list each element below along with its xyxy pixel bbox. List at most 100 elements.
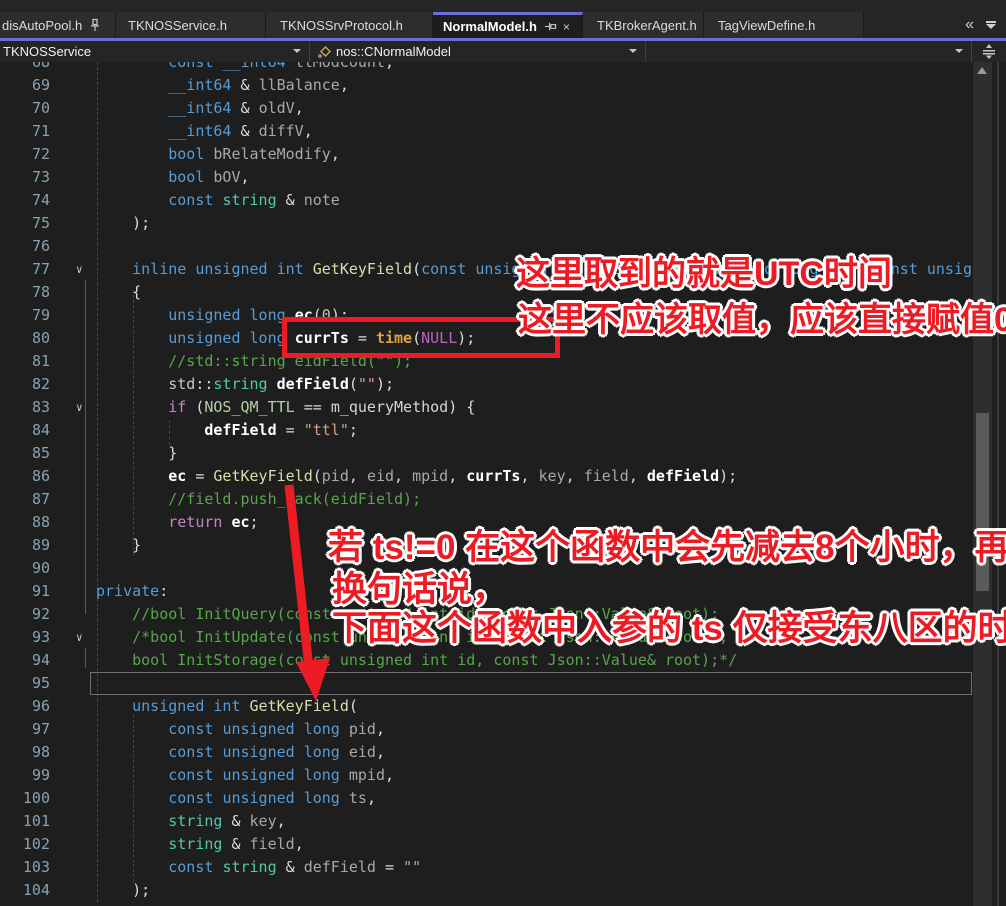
code-line[interactable]: 99 const unsigned long mpid, (0, 764, 973, 787)
code-line[interactable]: 71 __int64 & diffV, (0, 120, 973, 143)
code-line[interactable]: 83∨ if (NOS_QM_TTL == m_queryMethod) { (0, 396, 973, 419)
fold-margin (50, 442, 96, 465)
code-editor[interactable]: 68 const __int64 llModCount,69 __int64 &… (0, 62, 973, 906)
code-text: string & key, (96, 810, 286, 833)
fold-margin (50, 62, 96, 74)
code-line[interactable]: 104 ); (0, 879, 973, 902)
vertical-scrollbar[interactable] (973, 62, 992, 906)
fold-margin (50, 787, 96, 810)
navigation-bar: TKNOSService nos::CNormalModel (0, 41, 1006, 62)
line-number: 99 (0, 764, 50, 787)
line-number: 75 (0, 212, 50, 235)
code-text: //std::string eidField(""); (96, 350, 412, 373)
scrollbar-thumb[interactable] (976, 413, 989, 591)
code-line[interactable]: 70 __int64 & oldV, (0, 97, 973, 120)
fold-chevron-icon[interactable]: ∨ (76, 626, 83, 649)
code-line[interactable]: 105 unsigned int GetKeyField( (0, 902, 973, 906)
code-line[interactable]: 84 defField = "ttl"; (0, 419, 973, 442)
fold-margin (50, 281, 96, 304)
line-number: 92 (0, 603, 50, 626)
fold-margin (50, 879, 96, 902)
fold-margin (50, 810, 96, 833)
code-line[interactable]: 86 ec = GetKeyField(pid, eid, mpid, curr… (0, 465, 973, 488)
code-text: const __int64 llModCount, (96, 62, 394, 74)
tab-list-icon[interactable] (986, 21, 996, 29)
code-line[interactable]: 69 __int64 & llBalance, (0, 74, 973, 97)
tab-normalmodel-active[interactable]: NormalModel.h × (433, 12, 583, 38)
code-text: unsigned int GetKeyField( (96, 695, 358, 718)
fold-margin (50, 97, 96, 120)
pin-icon[interactable] (544, 20, 557, 33)
pin-icon[interactable] (89, 18, 101, 32)
line-number: 85 (0, 442, 50, 465)
code-line[interactable]: 74 const string & note (0, 189, 973, 212)
fold-margin (50, 419, 96, 442)
pane-border (997, 62, 999, 906)
code-line[interactable]: 98 const unsigned long eid, (0, 741, 973, 764)
fold-margin (50, 695, 96, 718)
code-line[interactable]: 72 bool bRelateModify, (0, 143, 973, 166)
type-dropdown[interactable]: nos::CNormalModel (310, 41, 646, 62)
code-line[interactable]: 73 bool bOV, (0, 166, 973, 189)
tab-tagviewdefine[interactable]: TagViewDefine.h (704, 12, 864, 38)
fold-margin (50, 166, 96, 189)
code-line[interactable]: 77∨ inline unsigned int GetKeyField(cons… (0, 258, 973, 281)
scroll-up-arrow-icon[interactable] (977, 67, 987, 74)
code-text: defField = "ttl"; (96, 419, 358, 442)
code-line[interactable]: 92 //bool InitQuery(const unsigned int i… (0, 603, 973, 626)
tab-overflow-icon[interactable]: « (965, 17, 974, 33)
code-line[interactable]: 101 string & key, (0, 810, 973, 833)
fold-chevron-icon[interactable]: ∨ (76, 396, 83, 419)
fold-margin (50, 465, 96, 488)
line-number: 68 (0, 62, 50, 74)
tab-tknosservice[interactable]: TKNOSService.h (116, 12, 266, 38)
code-text: const unsigned long ts, (96, 787, 376, 810)
fold-margin (50, 902, 96, 906)
code-line[interactable]: 80 unsigned long currTs = time(NULL); (0, 327, 973, 350)
code-line[interactable]: 94 bool InitStorage(const unsigned int i… (0, 649, 973, 672)
code-line[interactable]: 103 const string & defField = "" (0, 856, 973, 879)
code-line[interactable]: 93∨ /*bool InitUpdate(const unsigned int… (0, 626, 973, 649)
code-line[interactable]: 100 const unsigned long ts, (0, 787, 973, 810)
code-line[interactable]: 90 (0, 557, 973, 580)
code-line[interactable]: 82 std::string defField(""); (0, 373, 973, 396)
code-line[interactable]: 96 unsigned int GetKeyField( (0, 695, 973, 718)
code-text: bool bRelateModify, (96, 143, 340, 166)
line-number: 83 (0, 396, 50, 419)
close-icon[interactable]: × (563, 20, 570, 34)
code-line[interactable]: 79 unsigned long ec(0); (0, 304, 973, 327)
tab-disautopool[interactable]: disAutoPool.h (0, 12, 116, 38)
fold-chevron-icon[interactable]: ∨ (76, 258, 83, 281)
tab-tknossrvprotocol[interactable]: TKNOSSrvProtocol.h (266, 12, 433, 38)
fold-margin (50, 120, 96, 143)
code-line[interactable]: 97 const unsigned long pid, (0, 718, 973, 741)
line-number: 95 (0, 672, 50, 695)
fold-margin (50, 649, 96, 672)
code-line[interactable]: 78 { (0, 281, 973, 304)
code-line[interactable]: 76 (0, 235, 973, 258)
chevron-down-icon (629, 49, 637, 53)
fold-margin (50, 350, 96, 373)
fold-margin (50, 580, 96, 603)
code-line[interactable]: 68 const __int64 llModCount, (0, 62, 973, 74)
member-dropdown[interactable] (646, 41, 972, 62)
tab-label: disAutoPool.h (2, 18, 82, 33)
code-text: const unsigned long mpid, (96, 764, 394, 787)
fold-margin: ∨ (50, 396, 96, 419)
code-line[interactable]: 91private: (0, 580, 973, 603)
code-line[interactable]: 102 string & field, (0, 833, 973, 856)
code-text: ); (96, 879, 150, 902)
tab-tkbrokeragent[interactable]: TKBrokerAgent.h (583, 12, 704, 38)
code-text: //bool InitQuery(const unsigned int id, … (96, 603, 719, 626)
fold-margin: ∨ (50, 626, 96, 649)
code-line[interactable]: 88 return ec; (0, 511, 973, 534)
code-line[interactable]: 75 ); (0, 212, 973, 235)
code-line[interactable]: 89 } (0, 534, 973, 557)
project-scope-dropdown[interactable]: TKNOSService (0, 41, 310, 62)
code-line[interactable]: 81 //std::string eidField(""); (0, 350, 973, 373)
split-window-button[interactable] (972, 41, 1006, 62)
line-number: 91 (0, 580, 50, 603)
code-line[interactable]: 87 //field.push_back(eidField); (0, 488, 973, 511)
code-line[interactable]: 85 } (0, 442, 973, 465)
fold-margin (50, 833, 96, 856)
